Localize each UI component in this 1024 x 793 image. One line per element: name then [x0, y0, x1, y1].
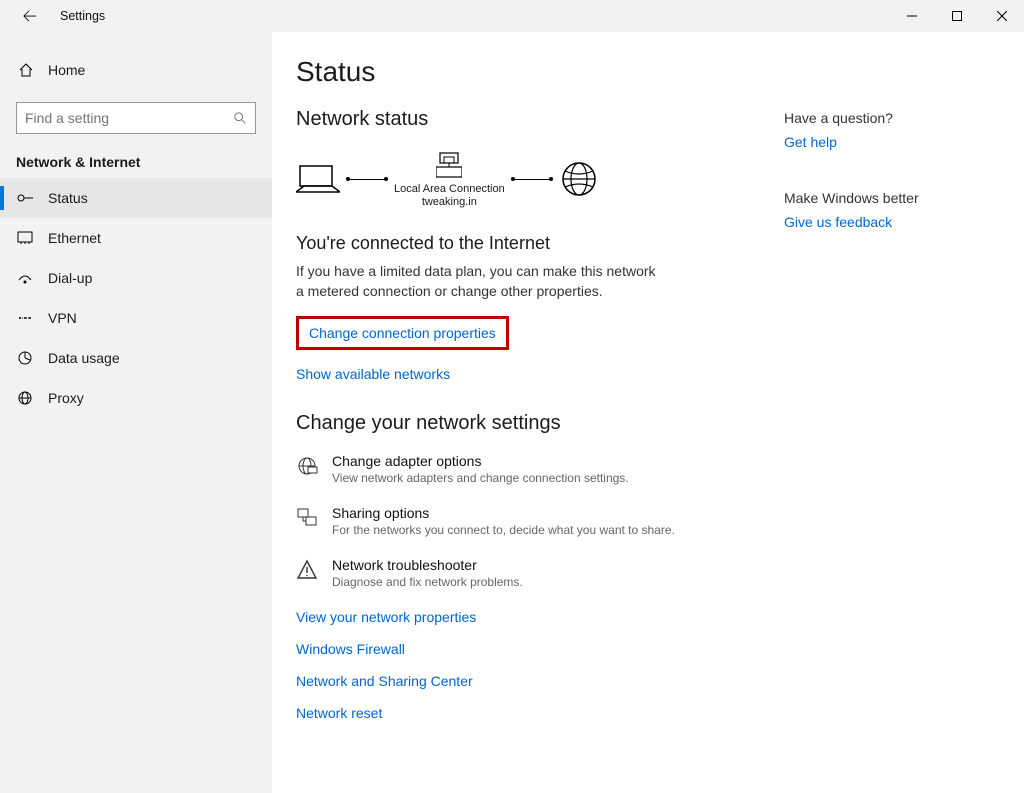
sidebar-item-label: Dial-up: [48, 270, 92, 286]
close-icon: [997, 11, 1007, 21]
sidebar-item-label: Data usage: [48, 350, 120, 366]
connected-description: If you have a limited data plan, you can…: [296, 262, 656, 301]
sidebar-item-vpn[interactable]: VPN: [0, 298, 272, 338]
setting-title: Change adapter options: [332, 453, 629, 469]
improve-title: Make Windows better: [784, 190, 984, 206]
minimize-icon: [907, 11, 917, 21]
ethernet-icon: [16, 230, 34, 246]
network-status-heading: Network status: [296, 108, 744, 131]
sharing-icon: [296, 507, 318, 529]
sidebar-item-status[interactable]: Status: [0, 178, 272, 218]
setting-adapter-options[interactable]: Change adapter options View network adap…: [296, 453, 744, 485]
dialup-icon: [16, 270, 34, 286]
links-list: View your network properties Windows Fir…: [296, 609, 744, 721]
home-button[interactable]: Home: [0, 50, 272, 90]
window-buttons: [889, 0, 1024, 32]
windows-firewall-link[interactable]: Windows Firewall: [296, 641, 744, 657]
connection-line-icon: [513, 179, 551, 180]
home-label: Home: [48, 62, 85, 78]
proxy-icon: [16, 390, 34, 406]
sidebar-item-dialup[interactable]: Dial-up: [0, 258, 272, 298]
sidebar-item-datausage[interactable]: Data usage: [0, 338, 272, 378]
sidebar-item-label: VPN: [48, 310, 77, 326]
sidebar-item-label: Proxy: [48, 390, 84, 406]
search-input[interactable]: [25, 110, 233, 126]
get-help-link[interactable]: Get help: [784, 134, 837, 150]
titlebar: Settings: [0, 0, 1024, 32]
back-button[interactable]: [18, 4, 42, 28]
sidebar-item-ethernet[interactable]: Ethernet: [0, 218, 272, 258]
minimize-button[interactable]: [889, 0, 934, 32]
question-title: Have a question?: [784, 110, 984, 126]
show-available-networks-link[interactable]: Show available networks: [296, 366, 450, 382]
setting-desc: For the networks you connect to, decide …: [332, 523, 675, 537]
arrow-left-icon: [23, 9, 37, 23]
search-box[interactable]: [16, 102, 256, 134]
setting-troubleshooter[interactable]: Network troubleshooter Diagnose and fix …: [296, 557, 744, 589]
sidebar: Home Network & Internet Status Ethernet: [0, 32, 272, 793]
setting-desc: Diagnose and fix network problems.: [332, 575, 523, 589]
search-icon: [233, 111, 247, 125]
highlight-box: Change connection properties: [296, 316, 509, 350]
router-icon: [436, 149, 462, 181]
aside-panel: Have a question? Get help Make Windows b…: [784, 56, 984, 793]
sidebar-item-proxy[interactable]: Proxy: [0, 378, 272, 418]
network-sharing-center-link[interactable]: Network and Sharing Center: [296, 673, 744, 689]
status-icon: [16, 190, 34, 206]
section-label: Network & Internet: [0, 154, 272, 178]
troubleshoot-icon: [296, 559, 318, 581]
setting-title: Sharing options: [332, 505, 675, 521]
network-diagram: Local Area Connection tweaking.in: [296, 149, 744, 209]
window-title: Settings: [60, 9, 105, 23]
connected-heading: You're connected to the Internet: [296, 233, 744, 254]
vpn-icon: [16, 310, 34, 326]
change-settings-heading: Change your network settings: [296, 412, 744, 435]
view-network-properties-link[interactable]: View your network properties: [296, 609, 744, 625]
datausage-icon: [16, 350, 34, 366]
main-content: Status Network status Local Area Connect…: [272, 32, 1024, 793]
adapter-icon: [296, 455, 318, 477]
page-title: Status: [296, 56, 744, 88]
maximize-icon: [952, 11, 962, 21]
change-connection-properties-link[interactable]: Change connection properties: [309, 325, 496, 341]
network-reset-link[interactable]: Network reset: [296, 705, 744, 721]
maximize-button[interactable]: [934, 0, 979, 32]
setting-desc: View network adapters and change connect…: [332, 471, 629, 485]
setting-title: Network troubleshooter: [332, 557, 523, 573]
feedback-link[interactable]: Give us feedback: [784, 214, 892, 230]
connection-name: Local Area Connection tweaking.in: [394, 183, 505, 209]
sidebar-item-label: Status: [48, 190, 88, 206]
computer-icon: [296, 160, 340, 198]
connection-line-icon: [348, 179, 386, 180]
globe-icon: [559, 159, 599, 199]
sidebar-item-label: Ethernet: [48, 230, 101, 246]
close-button[interactable]: [979, 0, 1024, 32]
setting-sharing-options[interactable]: Sharing options For the networks you con…: [296, 505, 744, 537]
home-icon: [18, 62, 34, 78]
